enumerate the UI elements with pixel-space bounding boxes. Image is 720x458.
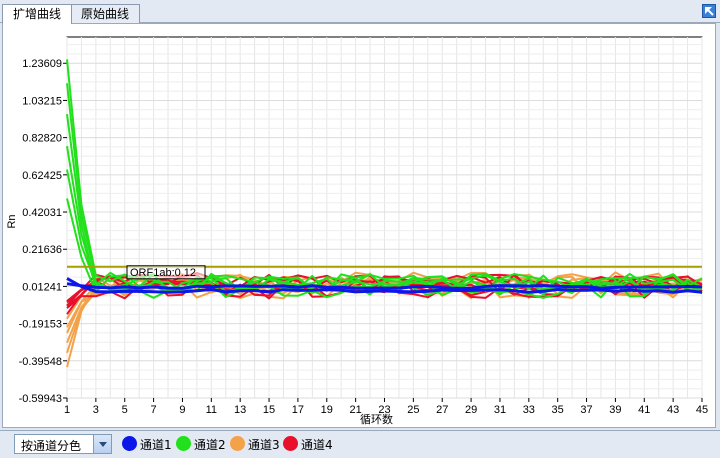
y-tick-label: 0.42031 <box>22 207 62 219</box>
x-axis-label: 循环数 <box>360 413 393 426</box>
y-tick-label: -0.19153 <box>19 319 62 331</box>
x-tick-label: 41 <box>638 404 650 416</box>
x-tick-label: 19 <box>321 404 333 416</box>
channel2-color-dot <box>176 436 191 451</box>
x-tick-label: 27 <box>436 404 448 416</box>
x-tick-label: 15 <box>263 404 275 416</box>
x-tick-label: 13 <box>234 404 246 416</box>
y-tick-label: 0.01241 <box>22 281 62 293</box>
x-tick-label: 9 <box>179 404 185 416</box>
x-tick-label: 29 <box>465 404 477 416</box>
y-tick-label: 0.82820 <box>22 133 62 145</box>
chart-panel: 1.23609 1.03215 0.82820 0.62425 0.42031 0.216… <box>2 23 716 428</box>
bottom-toolbar: 按通道分色 通道1 通道2 通道3 通道4 <box>0 430 720 458</box>
amplification-chart[interactable]: 1.23609 1.03215 0.82820 0.62425 0.42031 0.216… <box>3 24 715 427</box>
color-mode-select[interactable]: 按通道分色 <box>14 434 112 454</box>
x-tick-label: 37 <box>580 404 592 416</box>
x-tick-label: 17 <box>292 404 304 416</box>
x-tick-label: 35 <box>552 404 564 416</box>
legend-label: 通道2 <box>194 438 226 452</box>
y-tick-label: 0.62425 <box>22 170 62 182</box>
threshold-annotation-label: ORF1ab:0.12 <box>130 267 196 279</box>
y-tick-label: -0.39548 <box>19 356 62 368</box>
legend-label: 通道4 <box>301 438 333 452</box>
x-tick-label: 1 <box>64 404 70 416</box>
x-tick-label: 39 <box>609 404 621 416</box>
tab-amplification-curve[interactable]: 扩增曲线 <box>2 4 72 24</box>
legend-label: 通道1 <box>140 438 172 452</box>
x-tick-label: 11 <box>206 404 217 416</box>
x-tick-label: 5 <box>122 404 128 416</box>
x-tick-label: 33 <box>523 404 535 416</box>
y-tick-label: 1.03215 <box>22 95 62 107</box>
y-tick-label: -0.59943 <box>19 393 62 405</box>
color-mode-value: 按通道分色 <box>21 439 82 453</box>
y-tick-label: 0.21636 <box>22 244 62 256</box>
x-tick-label: 43 <box>667 404 679 416</box>
tab-bar: 扩增曲线 原始曲线 <box>0 0 720 24</box>
x-tick-label: 7 <box>151 404 157 416</box>
tab-label: 扩增曲线 <box>13 7 62 21</box>
y-tick-label: 1.23609 <box>22 58 62 70</box>
tab-label: 原始曲线 <box>81 7 130 21</box>
channel4-color-dot <box>283 436 298 451</box>
expand-arrow-icon[interactable] <box>702 4 716 18</box>
chevron-down-icon[interactable] <box>93 435 111 453</box>
x-tick-label: 45 <box>696 404 708 416</box>
x-tick-label: 31 <box>494 404 506 416</box>
y-axis-label: Rn <box>6 214 18 228</box>
x-tick-label: 25 <box>407 404 419 416</box>
legend-label: 通道3 <box>248 438 280 452</box>
channel3-color-dot <box>230 436 245 451</box>
tab-raw-curve[interactable]: 原始曲线 <box>70 4 140 23</box>
channel1-color-dot <box>122 436 137 451</box>
x-tick-label: 3 <box>93 404 99 416</box>
